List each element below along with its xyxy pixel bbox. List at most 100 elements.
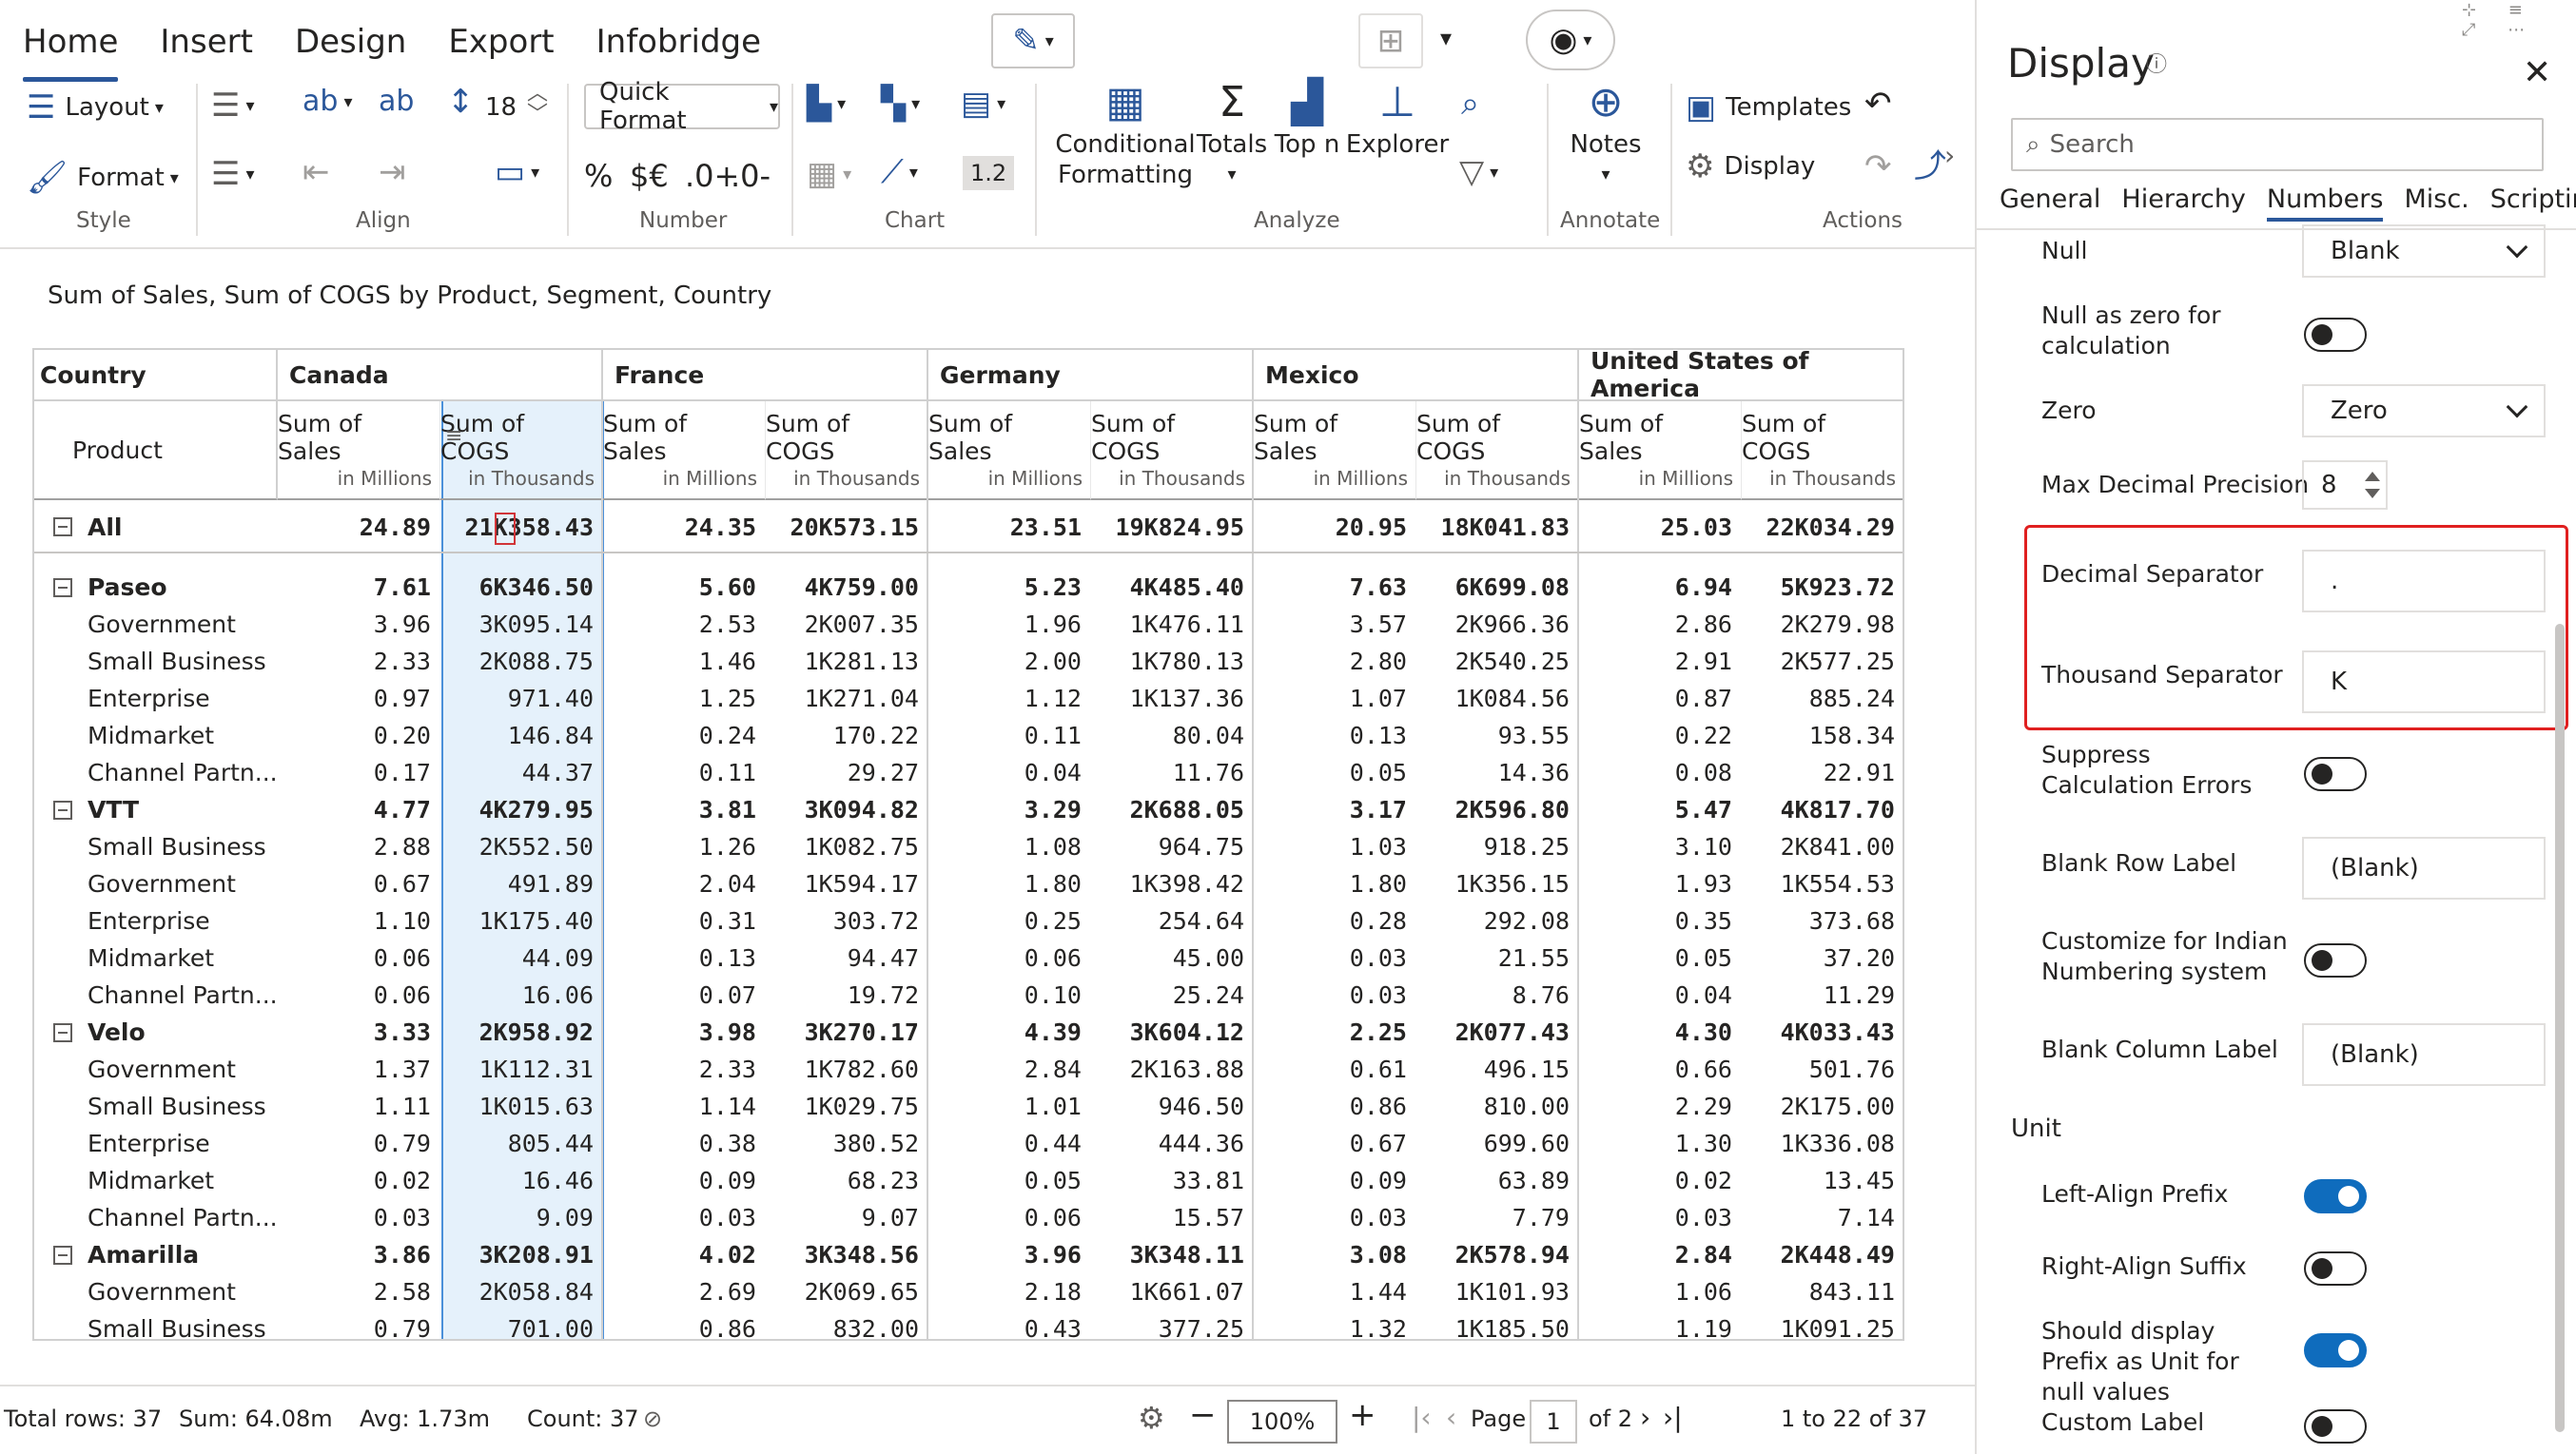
value-cell[interactable]: 1.26	[603, 828, 766, 865]
value-cell[interactable]: 2K007.35	[766, 606, 928, 643]
value-cell[interactable]: 2K577.25	[1742, 643, 1903, 680]
value-cell[interactable]: 0.06	[278, 940, 440, 977]
value-cell[interactable]: 3.81	[603, 791, 766, 828]
value-cell[interactable]: 158.34	[1742, 717, 1903, 754]
value-cell[interactable]: 29.27	[766, 754, 928, 791]
previous-page-button[interactable]: ‹	[1446, 1402, 1456, 1433]
tab-scripting[interactable]: Scripting	[2490, 184, 2576, 214]
line-chart-button[interactable]: ⟋ ▾	[881, 156, 918, 188]
info-icon[interactable]: ⓘ	[2146, 48, 2167, 78]
value-cell[interactable]: 37.20	[1742, 940, 1903, 977]
null-zero-toggle[interactable]	[2304, 318, 2367, 352]
next-page-button[interactable]: ›	[1640, 1402, 1650, 1433]
table-row[interactable]: Channel Partn... 0.03 9.09 0.03 9.07 0.06 15.5…	[34, 1199, 1903, 1236]
value-cell[interactable]: 496.15	[1416, 1051, 1579, 1088]
value-cell[interactable]: 22.91	[1742, 754, 1903, 791]
value-cell[interactable]: 1.96	[928, 606, 1091, 643]
pane-search-input[interactable]: ⌕ Search	[2011, 118, 2544, 171]
table-row[interactable]: Government 0.67 491.89 2.04 1K594.17 1.80 1K39…	[34, 865, 1903, 902]
strikethrough-button[interactable]: ab	[379, 87, 414, 116]
measure-header-cell[interactable]: Sum of Sales in Millions	[278, 401, 440, 500]
blank-column-input[interactable]: (Blank)	[2302, 1023, 2546, 1086]
value-cell[interactable]: 2K552.50	[440, 828, 603, 865]
value-cell[interactable]: 1.08	[928, 828, 1091, 865]
value-cell[interactable]: 19.72	[766, 977, 928, 1014]
decrease-indent-button[interactable]: ⇤	[302, 156, 330, 188]
country-header-cell[interactable]: France	[603, 350, 928, 401]
value-cell[interactable]: 377.25	[1091, 1310, 1254, 1339]
value-cell[interactable]: 918.25	[1416, 828, 1579, 865]
value-cell[interactable]: 3.57	[1254, 606, 1416, 643]
value-cell[interactable]: 0.06	[278, 977, 440, 1014]
collapse-icon[interactable]	[53, 577, 72, 597]
value-cell[interactable]: 805.44	[440, 1125, 603, 1162]
align-vertical-button[interactable]: ☰ ▾	[211, 158, 255, 190]
value-cell[interactable]: 1K782.60	[766, 1051, 928, 1088]
group-row[interactable]: All 24.89 21K358.43 24.35 20K573.15 23.51 19K8…	[34, 502, 1903, 553]
value-cell[interactable]: 1K780.13	[1091, 643, 1254, 680]
value-cell[interactable]: 0.02	[1579, 1162, 1742, 1199]
tab-infobridge[interactable]: Infobridge	[596, 17, 761, 74]
value-cell[interactable]: 7.14	[1742, 1199, 1903, 1236]
value-cell[interactable]: 63.89	[1416, 1162, 1579, 1199]
value-cell[interactable]: 885.24	[1742, 680, 1903, 717]
chart-table-button[interactable]: ▦ ▾	[807, 158, 851, 190]
value-cell[interactable]: 1.06	[1579, 1273, 1742, 1310]
value-cell[interactable]: 1.19	[1579, 1310, 1742, 1339]
value-cell[interactable]: 5.23	[928, 569, 1091, 606]
value-cell[interactable]: 2K058.84	[440, 1273, 603, 1310]
value-cell[interactable]: 1K336.08	[1742, 1125, 1903, 1162]
value-cell[interactable]: 0.79	[278, 1125, 440, 1162]
value-cell[interactable]: 3.29	[928, 791, 1091, 828]
suppress-errors-toggle[interactable]	[2304, 757, 2367, 791]
redo-button[interactable]: ↷	[1864, 150, 1892, 183]
value-cell[interactable]: 3.08	[1254, 1236, 1416, 1273]
value-cell[interactable]: 4K817.70	[1742, 791, 1903, 828]
value-cell[interactable]: 2.58	[278, 1273, 440, 1310]
close-icon[interactable]: ✕	[2523, 53, 2551, 92]
settings-gear-icon[interactable]: ⚙	[1138, 1400, 1165, 1436]
value-cell[interactable]: 2.33	[278, 643, 440, 680]
value-cell[interactable]: 0.61	[1254, 1051, 1416, 1088]
value-cell[interactable]: 2K966.36	[1416, 606, 1579, 643]
value-cell[interactable]: 2K077.43	[1416, 1014, 1579, 1051]
value-cell[interactable]: 0.10	[928, 977, 1091, 1014]
value-cell[interactable]: 0.09	[1254, 1162, 1416, 1199]
value-cell[interactable]: 0.87	[1579, 680, 1742, 717]
value-cell[interactable]: 0.03	[1254, 1199, 1416, 1236]
value-cell[interactable]: 0.07	[603, 977, 766, 1014]
align-horizontal-button[interactable]: ☰ ▾	[211, 89, 255, 122]
pane-scrollbar[interactable]	[2555, 624, 2565, 1432]
value-cell[interactable]: 4.30	[1579, 1014, 1742, 1051]
value-cell[interactable]: 0.04	[1579, 977, 1742, 1014]
value-cell[interactable]: 0.35	[1579, 902, 1742, 940]
group-row[interactable]: Velo 3.33 2K958.92 3.98 3K270.17 4.39 3K604.12…	[34, 1014, 1903, 1051]
value-cell[interactable]: 3.17	[1254, 791, 1416, 828]
value-cell[interactable]: 2K088.75	[440, 643, 603, 680]
insert-visual-button[interactable]: ⊞	[1358, 13, 1423, 68]
value-cell[interactable]: 444.36	[1091, 1125, 1254, 1162]
zoom-in-button[interactable]: +	[1349, 1396, 1376, 1434]
right-align-suffix-toggle[interactable]	[2304, 1251, 2367, 1286]
table-row[interactable]: Small Business 2.88 2K552.50 1.26 1K082.75 1.…	[34, 828, 1903, 865]
share-button[interactable]: ⤴	[1914, 150, 1946, 183]
measure-header-cell[interactable]: Sum of COGS in Thousands	[440, 401, 603, 500]
value-cell[interactable]: 1K084.56	[1416, 680, 1579, 717]
measure-header-cell[interactable]: Sum of COGS in Thousands	[766, 401, 928, 500]
value-cell[interactable]: 1K398.42	[1091, 865, 1254, 902]
value-cell[interactable]: 0.13	[603, 940, 766, 977]
value-cell[interactable]: 2.04	[603, 865, 766, 902]
value-cell[interactable]: 22K034.29	[1742, 502, 1903, 552]
value-cell[interactable]: 4.39	[928, 1014, 1091, 1051]
value-cell[interactable]: 4K279.95	[440, 791, 603, 828]
table-row[interactable]: Small Business 1.11 1K015.63 1.14 1K029.75 1.…	[34, 1088, 1903, 1125]
value-cell[interactable]: 2K069.65	[766, 1273, 928, 1310]
value-cell[interactable]: 7.63	[1254, 569, 1416, 606]
collapse-icon[interactable]	[53, 517, 72, 536]
value-cell[interactable]: 0.24	[603, 717, 766, 754]
value-cell[interactable]: 0.22	[1579, 717, 1742, 754]
value-cell[interactable]: 0.05	[1579, 940, 1742, 977]
zero-select[interactable]: Zero	[2302, 384, 2546, 437]
value-cell[interactable]: 3K208.91	[440, 1236, 603, 1273]
totals-button[interactable]: Σ Totals ▾	[1197, 82, 1267, 190]
